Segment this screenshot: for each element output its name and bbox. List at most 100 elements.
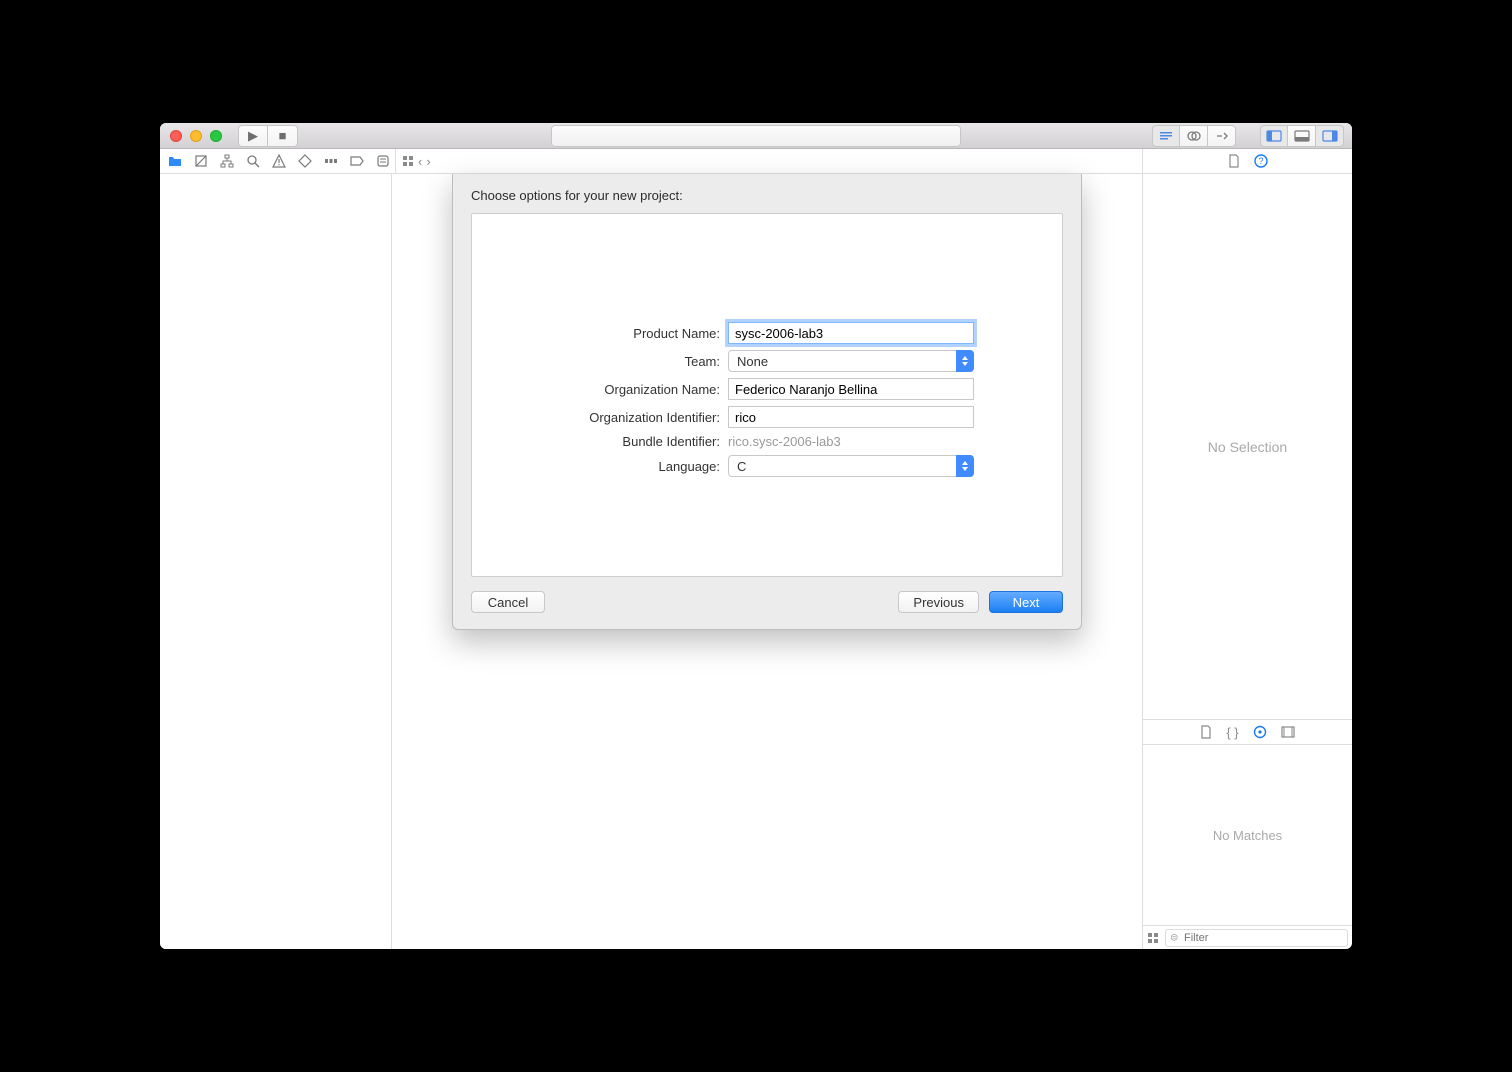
file-icon bbox=[1228, 154, 1240, 168]
library-area: { } No Matches bbox=[1143, 719, 1352, 949]
editor-path-bar: ‹ › bbox=[395, 149, 431, 173]
inspector-tab-bar: ? bbox=[1142, 149, 1352, 173]
bundle-id-label: Bundle Identifier: bbox=[502, 434, 728, 449]
inspector-area: No Selection { } bbox=[1142, 174, 1352, 949]
navigator-tabs bbox=[160, 154, 392, 168]
library-content: No Matches bbox=[1143, 745, 1352, 925]
language-row: Language: C bbox=[502, 455, 1032, 477]
close-window-button[interactable] bbox=[170, 130, 182, 142]
assistant-editor-button[interactable] bbox=[1180, 125, 1208, 147]
test-icon bbox=[298, 154, 312, 168]
symbol-navigator-tab[interactable] bbox=[220, 154, 236, 168]
version-editor-icon bbox=[1215, 130, 1229, 142]
library-filter-bar: ⊜ bbox=[1143, 925, 1352, 949]
toggle-debug-button[interactable] bbox=[1288, 125, 1316, 147]
next-button[interactable]: Next bbox=[989, 591, 1063, 613]
activity-view bbox=[551, 125, 961, 147]
xcode-window: ▶ ■ bbox=[160, 123, 1352, 949]
grid-icon bbox=[402, 155, 414, 167]
chevron-left-icon: ‹ bbox=[418, 154, 422, 169]
sheet-button-row: Cancel Previous Next bbox=[471, 591, 1063, 613]
workspace-body: Choose options for your new project: Pro… bbox=[160, 174, 1352, 949]
hierarchy-icon bbox=[220, 154, 234, 168]
previous-button[interactable]: Previous bbox=[898, 591, 979, 613]
team-value: None bbox=[737, 354, 768, 369]
source-control-icon bbox=[194, 154, 208, 168]
language-label: Language: bbox=[502, 459, 728, 474]
left-panel-icon bbox=[1266, 130, 1282, 142]
navigator-tab-bar: ‹ › ? bbox=[160, 149, 1352, 174]
team-select[interactable]: None bbox=[728, 350, 974, 372]
filter-icon: ⊜ bbox=[1170, 932, 1178, 943]
file-icon bbox=[1200, 725, 1212, 739]
no-selection-label: No Selection bbox=[1208, 439, 1287, 455]
product-name-field[interactable] bbox=[728, 322, 974, 344]
issue-navigator-tab[interactable] bbox=[272, 154, 288, 168]
team-label: Team: bbox=[502, 354, 728, 369]
search-icon bbox=[246, 154, 260, 168]
chevron-right-icon: › bbox=[426, 154, 430, 169]
media-library-tab[interactable] bbox=[1281, 726, 1295, 738]
toolbar-right bbox=[1136, 125, 1344, 147]
debug-navigator-tab[interactable] bbox=[324, 154, 340, 168]
media-icon bbox=[1281, 726, 1295, 738]
breakpoint-navigator-tab[interactable] bbox=[350, 154, 366, 168]
updown-icon bbox=[956, 455, 974, 477]
report-navigator-tab[interactable] bbox=[376, 154, 392, 168]
run-controls: ▶ ■ bbox=[238, 125, 298, 147]
file-inspector-tab[interactable] bbox=[1228, 154, 1240, 168]
org-name-row: Organization Name: bbox=[502, 378, 1032, 400]
navigator-area bbox=[160, 174, 392, 949]
language-select[interactable]: C bbox=[728, 455, 974, 477]
version-editor-button[interactable] bbox=[1208, 125, 1236, 147]
product-name-row: Product Name: bbox=[502, 322, 1032, 344]
toggle-inspector-button[interactable] bbox=[1316, 125, 1344, 147]
org-id-label: Organization Identifier: bbox=[502, 410, 728, 425]
library-view-toggle[interactable] bbox=[1147, 932, 1159, 944]
related-items-button[interactable] bbox=[402, 155, 414, 167]
inspector-content: No Selection bbox=[1143, 174, 1352, 719]
library-filter-field[interactable] bbox=[1165, 929, 1348, 947]
right-panel-icon bbox=[1322, 130, 1338, 142]
org-name-field[interactable] bbox=[728, 378, 974, 400]
team-row: Team: None bbox=[502, 350, 1032, 372]
editor-mode-segment bbox=[1152, 125, 1236, 147]
breakpoint-icon bbox=[350, 154, 364, 168]
object-library-tab[interactable] bbox=[1253, 725, 1267, 739]
sheet-form: Product Name: Team: None Organization Na… bbox=[471, 213, 1063, 577]
play-icon: ▶ bbox=[248, 129, 258, 142]
go-back-button[interactable]: ‹ bbox=[418, 154, 422, 169]
svg-text:?: ? bbox=[1258, 156, 1263, 166]
gauge-icon bbox=[324, 154, 338, 168]
quick-help-inspector-tab[interactable]: ? bbox=[1254, 154, 1268, 168]
sheet-title: Choose options for your new project: bbox=[471, 188, 1063, 203]
project-navigator-tab[interactable] bbox=[168, 154, 184, 168]
minimize-window-button[interactable] bbox=[190, 130, 202, 142]
file-template-library-tab[interactable] bbox=[1200, 725, 1212, 739]
bottom-panel-icon bbox=[1294, 130, 1310, 142]
cancel-button[interactable]: Cancel bbox=[471, 591, 545, 613]
no-matches-label: No Matches bbox=[1213, 828, 1282, 843]
run-button[interactable]: ▶ bbox=[238, 125, 268, 147]
standard-editor-button[interactable] bbox=[1152, 125, 1180, 147]
new-project-sheet: Choose options for your new project: Pro… bbox=[452, 174, 1082, 630]
folder-icon bbox=[168, 154, 182, 168]
toggle-navigator-button[interactable] bbox=[1260, 125, 1288, 147]
org-id-field[interactable] bbox=[728, 406, 974, 428]
test-navigator-tab[interactable] bbox=[298, 154, 314, 168]
object-icon bbox=[1253, 725, 1267, 739]
stop-icon: ■ bbox=[279, 129, 287, 142]
go-forward-button[interactable]: › bbox=[426, 154, 430, 169]
source-control-navigator-tab[interactable] bbox=[194, 154, 210, 168]
editor-area: Choose options for your new project: Pro… bbox=[392, 174, 1142, 949]
zoom-window-button[interactable] bbox=[210, 130, 222, 142]
stop-button[interactable]: ■ bbox=[268, 125, 298, 147]
org-id-row: Organization Identifier: bbox=[502, 406, 1032, 428]
warning-icon bbox=[272, 154, 286, 168]
find-navigator-tab[interactable] bbox=[246, 154, 262, 168]
product-name-label: Product Name: bbox=[502, 326, 728, 341]
assistant-editor-icon bbox=[1187, 130, 1201, 142]
report-icon bbox=[376, 154, 390, 168]
code-snippet-library-tab[interactable]: { } bbox=[1226, 725, 1238, 740]
org-name-label: Organization Name: bbox=[502, 382, 728, 397]
